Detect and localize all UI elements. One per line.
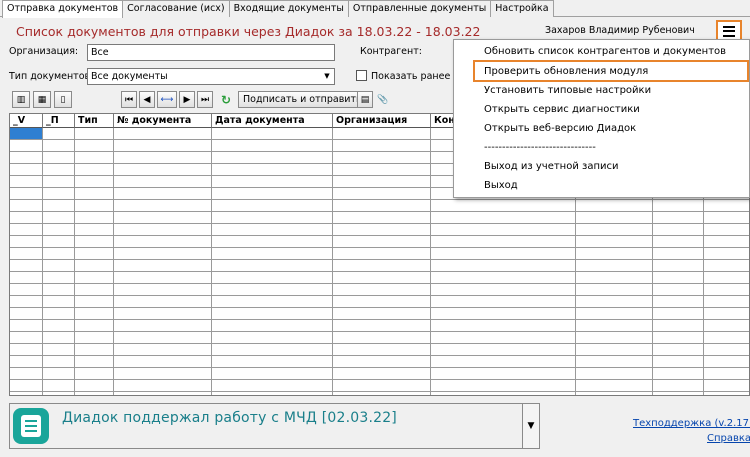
document-icon: ▤ bbox=[360, 94, 370, 105]
menu-item-web-version[interactable]: Открыть веб-версию Диадок bbox=[484, 123, 636, 134]
next-icon: ▶ bbox=[183, 94, 191, 105]
view-columns-button[interactable]: ▯ bbox=[54, 91, 72, 108]
list-icon: ▥ bbox=[16, 94, 26, 105]
chevron-down-icon: ▼ bbox=[320, 69, 334, 84]
column-header-doc-date[interactable]: Дата документа bbox=[212, 114, 333, 128]
first-record-button[interactable]: ⏮ bbox=[121, 91, 137, 108]
menu-item-exit[interactable]: Выход bbox=[484, 180, 518, 191]
logo-document-shape bbox=[21, 415, 41, 437]
tab-incoming-documents[interactable]: Входящие документы bbox=[228, 0, 349, 17]
sign-and-send-button[interactable]: Подписать и отправить bbox=[238, 91, 367, 108]
tab-sent-documents[interactable]: Отправленные документы bbox=[347, 0, 492, 17]
organization-select[interactable]: Все bbox=[87, 44, 335, 61]
refresh-icon: ↻ bbox=[220, 92, 232, 107]
page-title: Список документов для отправки через Диа… bbox=[16, 24, 481, 39]
column-divider bbox=[430, 114, 431, 395]
tab-bar: Отправка документов Согласование (исх) В… bbox=[0, 0, 750, 18]
menu-item-diagnostics[interactable]: Открыть сервис диагностики bbox=[484, 104, 640, 115]
columns-icon: ▯ bbox=[60, 94, 66, 105]
menu-item-default-settings[interactable]: Установить типовые настройки bbox=[484, 85, 651, 96]
last-icon: ⏭ bbox=[200, 94, 210, 105]
column-header-doc-number[interactable]: № документа bbox=[114, 114, 212, 128]
news-bar: Диадок поддержал работу с МЧД [02.03.22] bbox=[9, 403, 540, 449]
paperclip-icon: 📎 bbox=[377, 94, 389, 105]
menu-separator: ------------------------------- bbox=[484, 142, 596, 153]
news-text[interactable]: Диадок поддержал работу с МЧД [02.03.22] bbox=[62, 410, 397, 426]
view-grid-button[interactable]: ▦ bbox=[33, 91, 51, 108]
doctype-select[interactable]: Все документы ▼ bbox=[87, 68, 335, 85]
column-header-type[interactable]: Тип bbox=[75, 114, 114, 128]
doctype-label: Тип документов: bbox=[9, 71, 94, 82]
column-divider bbox=[211, 114, 212, 395]
support-link[interactable]: Техподдержка (v.2.17.89) bbox=[633, 418, 750, 429]
menu-item-logout[interactable]: Выход из учетной записи bbox=[484, 161, 619, 172]
tab-send-documents[interactable]: Отправка документов bbox=[2, 0, 124, 18]
main-menu-dropdown: Обновить список контрагентов и документо… bbox=[453, 39, 750, 198]
show-earlier-label: Показать ранее от bbox=[371, 71, 465, 82]
menu-item-refresh-counterparties[interactable]: Обновить список контрагентов и документо… bbox=[484, 46, 726, 57]
column-header-organization[interactable]: Организация bbox=[333, 114, 431, 128]
attach-button[interactable]: 📎 bbox=[375, 91, 391, 108]
view-list-button[interactable]: ▥ bbox=[12, 91, 30, 108]
fit-width-button[interactable]: ⟷ bbox=[157, 91, 177, 108]
fit-width-icon: ⟷ bbox=[160, 94, 174, 105]
column-divider bbox=[332, 114, 333, 395]
news-dropdown-button[interactable]: ▼ bbox=[522, 403, 540, 449]
column-divider bbox=[74, 114, 75, 395]
organization-value: Все bbox=[91, 47, 109, 58]
prev-record-button[interactable]: ◀ bbox=[139, 91, 155, 108]
refresh-button[interactable]: ↻ bbox=[217, 91, 235, 108]
column-divider bbox=[42, 114, 43, 395]
menu-item-check-updates[interactable]: Проверить обновления модуля bbox=[484, 66, 648, 77]
show-earlier-checkbox[interactable] bbox=[356, 70, 367, 81]
chevron-down-icon: ▼ bbox=[527, 421, 535, 431]
hamburger-menu-icon bbox=[723, 25, 735, 37]
prev-icon: ◀ bbox=[143, 94, 151, 105]
diadoc-logo-icon bbox=[13, 408, 49, 444]
help-link[interactable]: Справка bbox=[707, 433, 750, 444]
column-header-p[interactable]: _П bbox=[43, 114, 75, 128]
next-record-button[interactable]: ▶ bbox=[179, 91, 195, 108]
counterparty-label: Контрагент: bbox=[360, 46, 422, 57]
last-record-button[interactable]: ⏭ bbox=[197, 91, 213, 108]
tab-settings[interactable]: Настройка bbox=[490, 0, 554, 17]
column-header-v[interactable]: _V bbox=[10, 114, 43, 128]
first-icon: ⏮ bbox=[124, 94, 134, 105]
column-divider bbox=[113, 114, 114, 395]
grid-icon: ▦ bbox=[37, 94, 47, 105]
user-name: Захаров Владимир Рубенович bbox=[545, 25, 695, 36]
organization-label: Организация: bbox=[9, 46, 79, 57]
document-button[interactable]: ▤ bbox=[357, 91, 373, 108]
selected-cell[interactable] bbox=[10, 128, 42, 139]
doctype-value: Все документы bbox=[91, 71, 168, 82]
tab-approval-outgoing[interactable]: Согласование (исх) bbox=[122, 0, 230, 17]
